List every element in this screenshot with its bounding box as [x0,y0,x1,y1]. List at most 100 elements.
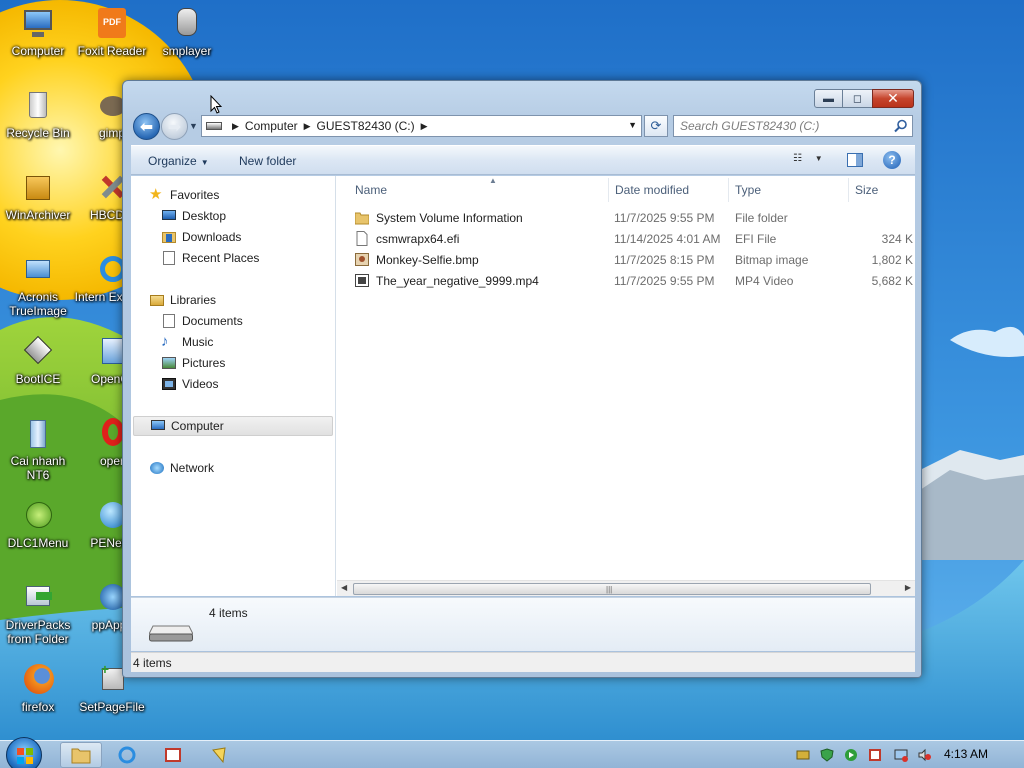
organize-menu-button[interactable]: Organize ▼ [148,154,209,168]
desktop-icon-winarchiver[interactable]: WinArchiver [0,170,76,222]
file-row[interactable]: System Volume Information 11/7/2025 9:55… [349,207,919,228]
search-placeholder: Search GUEST82430 (C:) [680,119,820,133]
file-size: 5,682 K [871,274,913,288]
refresh-button[interactable]: ⟳ [644,115,668,137]
window-titlebar[interactable]: ▬ ◻ ✕ [123,81,921,111]
nav-network[interactable]: Network [149,458,214,478]
nav-documents[interactable]: Documents [161,311,243,331]
details-pane: 4 items [131,597,915,651]
tray-volume-muted-icon[interactable] [918,748,932,762]
breadcrumb-separator[interactable]: ▶ [232,121,239,132]
desktop-icon-label: Foxit Reader [77,44,147,58]
nav-videos[interactable]: Videos [161,374,218,394]
taskbar-app-yellow[interactable] [198,742,240,768]
new-folder-button[interactable]: New folder [239,154,296,168]
content-area: ★ Favorites Desktop Downloads Recent Pla… [131,176,915,596]
file-row[interactable]: Monkey-Selfie.bmp 11/7/2025 8:15 PM Bitm… [349,249,919,270]
videos-icon [161,376,177,392]
computer-icon [20,6,56,42]
recent-pages-dropdown[interactable]: ▼ [189,121,198,131]
desktop-icon-bootice[interactable]: BootICE [0,334,76,386]
breadcrumb-separator[interactable]: ▶ [304,121,311,132]
nav-computer[interactable]: Computer [133,416,333,436]
organize-label: Organize [148,154,197,168]
music-note-icon: ♪ [161,333,169,350]
nav-recent-places[interactable]: Recent Places [161,248,259,268]
desktop-icon-computer[interactable]: Computer [0,6,76,58]
search-input[interactable]: Search GUEST82430 (C:) [673,115,913,137]
address-bar[interactable]: ▶ Computer ▶ GUEST82430 (C:) ▶ ▼ [201,115,642,137]
horizontal-scrollbar[interactable]: ◀ ||| ▶ [337,580,915,596]
grip-icon: ||| [606,585,613,594]
scrollbar-thumb[interactable]: ||| [353,583,871,595]
change-view-button[interactable]: ☷ ▼ [793,153,829,169]
nav-libraries[interactable]: Libraries [149,290,216,310]
help-button[interactable]: ? [883,151,901,169]
desktop-icon-driverpacks[interactable]: DriverPacks from Folder [0,580,76,646]
taskbar-app-red[interactable] [152,742,194,768]
desktop-icon [161,208,177,224]
folder-icon [71,748,91,764]
breadcrumb-computer[interactable]: Computer [245,119,298,133]
dlc-menu-icon [20,498,56,534]
start-button[interactable] [6,737,42,768]
scroll-right-icon[interactable]: ▶ [905,583,911,592]
status-bar: 4 items [131,652,915,672]
nav-pictures[interactable]: Pictures [161,353,225,373]
address-history-dropdown[interactable]: ▼ [628,120,637,130]
tray-app-icon[interactable] [868,748,882,762]
libraries-icon [149,292,165,308]
nav-favorites[interactable]: ★ Favorites [149,185,219,205]
column-label: Name [355,183,388,197]
forward-button[interactable]: ➡ [161,113,188,140]
tray-display-icon[interactable] [894,748,908,762]
desktop-icon-dlc1menu[interactable]: DLC1Menu [0,498,76,550]
tray-shield-icon[interactable] [820,748,834,762]
search-icon[interactable] [894,119,908,133]
documents-icon [161,313,177,329]
drive-icon [206,122,222,130]
desktop-icon-label: firefox [21,700,55,714]
taskbar-internet-explorer[interactable] [106,742,148,768]
minimize-button[interactable]: ▬ [814,89,843,108]
desktop-icon-smplayer[interactable]: smplayer [149,6,225,58]
tray-network-icon[interactable] [796,748,810,762]
forward-arrow-icon: ➡ [167,118,182,136]
column-header-name[interactable]: Name ▲ [349,176,609,202]
command-bar: Organize ▼ New folder ☷ ▼ ? [131,145,915,175]
file-type: File folder [735,211,788,225]
column-header-size[interactable]: Size [849,178,929,202]
folder-icon [355,212,369,225]
preview-pane-button[interactable] [847,153,863,167]
taskbar: 4:13 AM [0,737,1024,768]
maximize-button[interactable]: ◻ [843,89,872,108]
scroll-left-icon[interactable]: ◀ [341,583,347,592]
desktop-icon-label: Acronis TrueImage [9,290,67,318]
nav-downloads[interactable]: Downloads [161,227,241,247]
breadcrumb-separator[interactable]: ▶ [421,121,428,132]
desktop-icon-firefox[interactable]: firefox [0,662,76,714]
file-row[interactable]: The_year_negative_9999.mp4 11/7/2025 9:5… [349,270,919,291]
file-list-pane: Name ▲ Date modified Type Size System Vo… [337,176,915,596]
nav-desktop[interactable]: Desktop [161,206,226,226]
acronis-icon [20,252,56,288]
column-header-type[interactable]: Type [729,178,849,202]
close-button[interactable]: ✕ [872,89,914,108]
desktop-icon-recycle-bin[interactable]: Recycle Bin [0,88,76,140]
back-button[interactable]: ⬅ [133,113,160,140]
desktop-icon-acronis[interactable]: Acronis TrueImage [0,252,76,318]
pdf-icon: PDF [94,6,130,42]
column-header-date[interactable]: Date modified [609,178,729,202]
computer-icon [150,418,166,434]
nav-music[interactable]: ♪ Music [161,332,213,352]
file-row[interactable]: csmwrapx64.efi 11/14/2025 4:01 AM EFI Fi… [349,228,919,249]
taskbar-explorer[interactable] [60,742,102,768]
desktop-icon-cai-nhanh[interactable]: Cai nhanh NT6 [0,416,76,482]
chevron-down-icon: ▼ [814,154,823,163]
sort-ascending-icon: ▲ [489,176,497,185]
desktop-icon-label: Cai nhanh NT6 [10,454,66,482]
tray-play-icon[interactable] [844,748,858,762]
desktop-icon-foxit-reader[interactable]: PDF Foxit Reader [74,6,150,58]
taskbar-clock[interactable]: 4:13 AM [944,747,988,761]
breadcrumb-drive[interactable]: GUEST82430 (C:) [317,119,415,133]
